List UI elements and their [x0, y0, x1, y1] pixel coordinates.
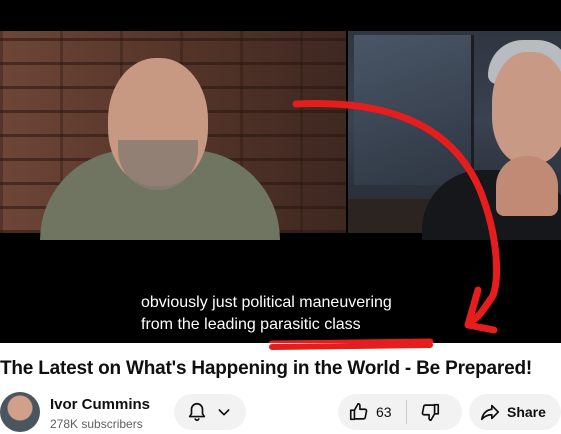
like-dislike-group: 63 — [338, 394, 462, 430]
like-count: 63 — [376, 404, 392, 420]
channel-avatar[interactable] — [0, 392, 40, 432]
like-button[interactable]: 63 — [338, 394, 392, 430]
share-button[interactable]: Share — [469, 394, 561, 430]
dislike-button[interactable] — [419, 401, 441, 423]
like-divider — [405, 400, 407, 424]
thumbs-up-icon — [348, 401, 370, 423]
share-label: Share — [507, 404, 546, 420]
subscriber-count: 278K subscribers — [50, 417, 143, 431]
video-player[interactable]: obviously just political maneuvering fro… — [0, 0, 561, 343]
channel-name[interactable]: Ivor Cummins — [50, 396, 150, 413]
closed-caption: obviously just political maneuvering fro… — [137, 290, 396, 338]
bell-icon — [186, 401, 208, 423]
chevron-down-icon — [216, 404, 232, 420]
video-title: The Latest on What's Happening in the Wo… — [0, 358, 532, 379]
notification-button[interactable] — [174, 394, 246, 430]
caption-line-1: obviously just political maneuvering — [141, 294, 392, 311]
share-icon — [479, 401, 501, 423]
thumbs-down-icon — [421, 403, 439, 422]
caption-line-2: from the leading parasitic class — [141, 316, 361, 333]
